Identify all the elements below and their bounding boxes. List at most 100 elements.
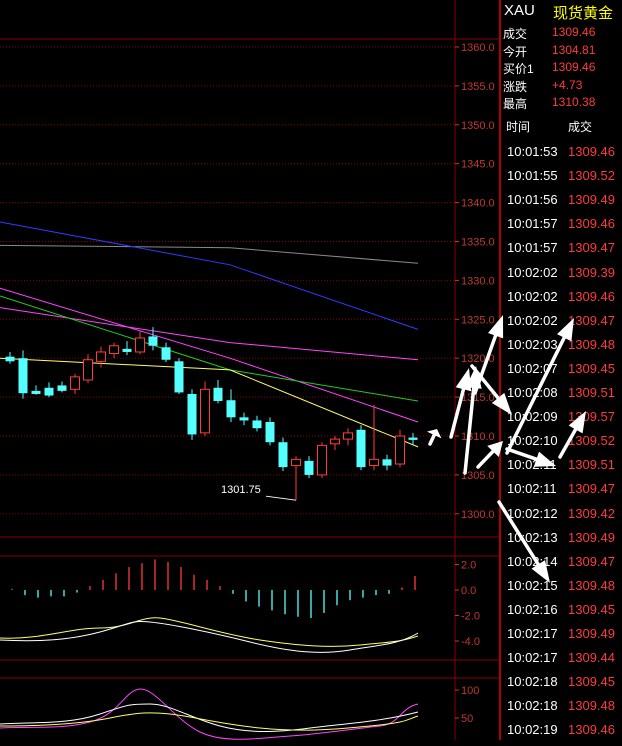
tick-price: 1309.52 (568, 433, 615, 449)
tick-row: 10:02:08 1309.51 (501, 385, 622, 409)
tick-price: 1309.39 (568, 264, 615, 280)
instrument-code: XAU (504, 2, 535, 19)
tick-price: 1309.49 (568, 626, 615, 641)
quote-value: 1304.81 (552, 42, 596, 57)
candle-body (265, 421, 275, 443)
quote-value: 1309.46 (552, 60, 596, 74)
quote-row: 成交 1309.46 (501, 25, 622, 41)
y-tick-label: 1335.0 (461, 237, 495, 249)
tick-row: 10:02:10 1309.52 (501, 433, 622, 457)
tick-row: 10:02:18 1309.45 (501, 674, 622, 698)
quote-row: 涨跌 +4.73 (501, 78, 622, 94)
candle-body (135, 337, 145, 353)
candle-body (31, 390, 41, 394)
price-chart[interactable]: 1360.0 1355.0 1350.0 1345.0 1340.0 1335.0 1330… (0, 0, 500, 740)
tick-time: 10:02:16 (507, 601, 558, 617)
candle-body (291, 458, 301, 467)
candle-body (278, 442, 288, 468)
tick-price: 1309.48 (568, 698, 615, 714)
tick-price: 1309.57 (568, 409, 615, 425)
tick-row: 10:02:03 1309.48 (501, 337, 622, 361)
tick-price: 1309.47 (568, 240, 615, 256)
tick-time: 10:01:56 (507, 192, 558, 208)
y-tick-label: 1300.0 (461, 509, 495, 521)
quote-value: 1309.46 (552, 25, 596, 39)
candle-body (200, 388, 210, 434)
candle-body (83, 359, 93, 381)
candle-body (161, 347, 171, 360)
y-tick-label: 1315.0 (461, 392, 495, 404)
tick-row: 10:02:12 1309.42 (501, 506, 622, 530)
tick-row: 10:02:11 1309.51 (501, 457, 622, 481)
macd-dif-line (0, 621, 419, 653)
candle-body (18, 358, 28, 394)
tick-price: 1309.46 (568, 144, 615, 159)
macd-y-tick-label: 2.0 (461, 560, 476, 572)
kdj-y-tick-label: 100 (461, 685, 479, 697)
candle-body (148, 336, 158, 346)
ticks-price-header: 成交 (568, 120, 593, 134)
tick-row: 10:02:02 1309.39 (501, 265, 622, 289)
tick-time: 10:02:17 (507, 626, 558, 641)
ticks-time-header: 时间 (506, 120, 531, 134)
tick-price: 1309.47 (568, 481, 615, 497)
tick-time: 10:02:07 (507, 360, 558, 376)
moving-average-line (0, 295, 419, 402)
y-tick-label: 1310.0 (461, 431, 495, 443)
tick-row: 10:02:19 1309.46 (501, 722, 622, 746)
tick-price: 1309.48 (568, 336, 615, 352)
tick-time: 10:02:11 (507, 481, 557, 497)
quote-row: 最高 1310.38 (501, 95, 622, 111)
tick-price: 1309.46 (568, 288, 615, 304)
candle-body (382, 459, 392, 466)
tick-row: 10:01:57 1309.47 (501, 240, 622, 264)
tick-row: 10:02:15 1309.48 (501, 578, 622, 602)
candle-body (408, 437, 418, 440)
tick-row: 10:01:53 1309.46 (501, 144, 622, 168)
y-tick-label: 1325.0 (461, 314, 495, 326)
y-tick-label: 1340.0 (461, 198, 495, 210)
tick-price: 1309.52 (568, 168, 615, 184)
tick-price: 1309.46 (568, 216, 615, 232)
tick-time: 10:01:55 (507, 168, 558, 184)
tick-row: 10:02:02 1309.46 (501, 289, 622, 313)
tick-row: 10:02:14 1309.47 (501, 554, 622, 578)
tick-time: 10:02:03 (507, 336, 558, 352)
tick-time: 10:01:57 (507, 216, 558, 232)
macd-y-tick-label: -4.0 (461, 636, 480, 648)
candle-body (369, 458, 379, 467)
tick-time: 10:02:10 (507, 433, 558, 449)
quote-label: 今开 (503, 44, 528, 59)
tick-row: 10:02:02 1309.47 (501, 313, 622, 337)
tick-price: 1309.42 (568, 505, 615, 521)
tick-row: 10:02:18 1309.48 (501, 698, 622, 722)
tick-row: 10:02:07 1309.45 (501, 361, 622, 385)
candle-body (174, 361, 184, 393)
y-tick-label: 1350.0 (461, 120, 495, 132)
y-tick-label: 1320.0 (461, 353, 495, 365)
tick-time: 10:02:11 (507, 457, 557, 473)
candle-body (187, 393, 197, 435)
y-tick-label: 1305.0 (461, 470, 495, 482)
tick-time: 10:02:08 (507, 385, 558, 400)
tick-row: 10:01:57 1309.46 (501, 216, 622, 240)
tick-time: 10:02:18 (507, 674, 558, 690)
tick-price: 1309.45 (568, 674, 615, 690)
candle-body (239, 417, 249, 421)
quote-label: 买价1 (503, 62, 534, 76)
tick-price: 1309.49 (568, 192, 615, 208)
tick-time: 10:02:13 (507, 529, 558, 545)
candle-body (70, 376, 80, 390)
quote-header: XAU 现货黄金 (501, 0, 622, 22)
tick-row: 10:02:13 1309.49 (501, 530, 622, 554)
low-price-label: 1301.75 (221, 484, 261, 496)
tick-price: 1309.44 (568, 650, 615, 666)
tick-price: 1309.49 (568, 529, 615, 545)
tick-price: 1309.51 (568, 385, 615, 400)
tick-price: 1309.47 (568, 312, 615, 328)
tick-price: 1309.45 (568, 601, 615, 617)
y-tick-label: 1360.0 (461, 42, 495, 54)
tick-price: 1309.45 (568, 360, 615, 376)
candle-body (109, 345, 119, 355)
tick-row: 10:01:55 1309.52 (501, 168, 622, 192)
